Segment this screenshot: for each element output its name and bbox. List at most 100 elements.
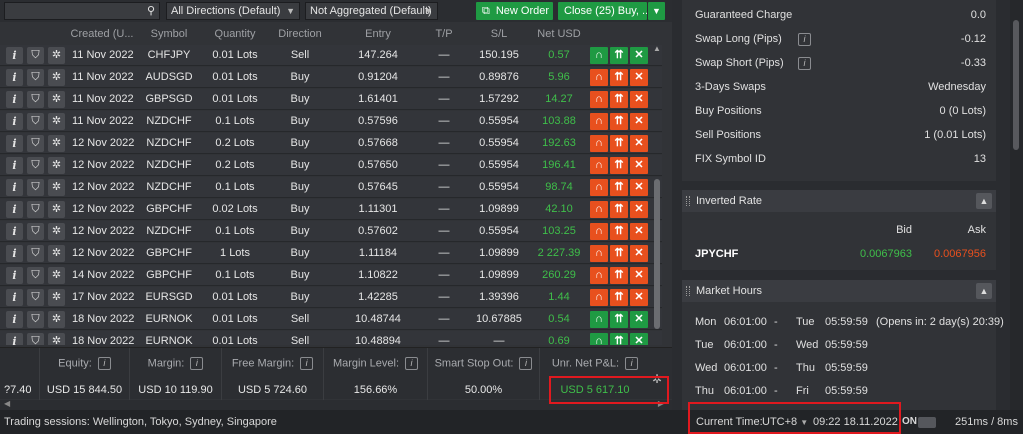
table-row[interactable]: i⛉✲ 11 Nov 2022 ... AUDSGD 0.01 Lots Buy 0.91… [0, 67, 662, 88]
gear-icon[interactable]: ✲ [48, 333, 65, 345]
info-icon[interactable]: i [6, 157, 23, 174]
shield-icon[interactable]: ⛉ [27, 47, 44, 64]
reverse-position-icon[interactable]: ∩ [590, 201, 608, 218]
gear-icon[interactable]: ✲ [48, 223, 65, 240]
close-icon[interactable]: ✕ [630, 91, 648, 108]
gear-icon[interactable]: ✲ [48, 245, 65, 262]
reverse-position-icon[interactable]: ∩ [590, 135, 608, 152]
reverse-position-icon[interactable]: ∩ [590, 289, 608, 306]
scrollbar-thumb[interactable] [1013, 20, 1019, 150]
reverse-position-icon[interactable]: ∩ [590, 245, 608, 262]
gear-icon[interactable]: ✲ [48, 289, 65, 306]
aggregation-filter-select[interactable]: Not Aggregated (Default) ▼ [305, 2, 438, 20]
gear-icon[interactable]: ✲ [48, 135, 65, 152]
drag-handle-icon[interactable] [686, 196, 690, 206]
info-icon[interactable]: i [97, 357, 111, 370]
close-positions-button[interactable]: Close (25) Buy, ... [558, 2, 647, 20]
col-entry[interactable]: Entry [334, 24, 422, 44]
gear-icon[interactable]: ✲ [48, 69, 65, 86]
shield-icon[interactable]: ⛉ [27, 157, 44, 174]
info-icon[interactable]: i [190, 357, 204, 370]
right-panel-scrollbar[interactable] [1010, 0, 1023, 410]
close-icon[interactable]: ✕ [630, 289, 648, 306]
double-up-icon[interactable]: ⇈ [610, 201, 628, 218]
table-row[interactable]: i⛉✲ 12 Nov 2022 ... NZDCHF 0.1 Lots Buy 0.576… [0, 221, 662, 242]
close-icon[interactable]: ✕ [630, 223, 648, 240]
double-up-icon[interactable]: ⇈ [610, 157, 628, 174]
info-icon[interactable]: i [519, 357, 533, 370]
double-up-icon[interactable]: ⇈ [610, 91, 628, 108]
gear-icon[interactable]: ✲ [48, 47, 65, 64]
info-icon[interactable]: i [6, 135, 23, 152]
shield-icon[interactable]: ⛉ [27, 289, 44, 306]
table-row[interactable]: i⛉✲ 14 Nov 2022 ... GBPCHF 0.1 Lots Buy 1.108… [0, 265, 662, 286]
collapse-icon[interactable]: ▲ [976, 193, 992, 209]
close-icon[interactable]: ✕ [630, 179, 648, 196]
gear-icon[interactable]: ✲ [48, 201, 65, 218]
info-icon[interactable]: i [6, 245, 23, 262]
shield-icon[interactable]: ⛉ [27, 333, 44, 345]
info-icon[interactable]: i [6, 223, 23, 240]
shield-icon[interactable]: ⛉ [27, 223, 44, 240]
double-up-icon[interactable]: ⇈ [610, 267, 628, 284]
info-icon[interactable]: i [405, 357, 419, 370]
info-icon[interactable]: i [6, 333, 23, 345]
reverse-position-icon[interactable]: ∩ [590, 47, 608, 64]
double-up-icon[interactable]: ⇈ [610, 47, 628, 64]
info-icon[interactable]: i [6, 47, 23, 64]
close-icon[interactable]: ✕ [630, 333, 648, 345]
scrollbar-thumb[interactable] [654, 179, 660, 329]
close-icon[interactable]: ✕ [630, 157, 648, 174]
table-row[interactable]: i⛉✲ 12 Nov 2022 ... NZDCHF 0.1 Lots Buy 0.576… [0, 177, 662, 198]
shield-icon[interactable]: ⛉ [27, 267, 44, 284]
symbol-search-input[interactable]: ⚲ [4, 2, 160, 20]
info-icon[interactable]: i [798, 33, 811, 46]
close-icon[interactable]: ✕ [630, 311, 648, 328]
info-icon[interactable]: i [300, 357, 314, 370]
info-icon[interactable]: i [798, 57, 811, 70]
gear-icon[interactable]: ✲ [48, 113, 65, 130]
info-icon[interactable]: i [6, 201, 23, 218]
info-icon[interactable]: i [6, 91, 23, 108]
reverse-position-icon[interactable]: ∩ [590, 311, 608, 328]
double-up-icon[interactable]: ⇈ [610, 245, 628, 262]
table-row[interactable]: i⛉✲18 Nov 2022 ...EURNOK0.01 LotsSell10.… [0, 331, 662, 345]
drag-handle-icon[interactable] [686, 286, 690, 296]
close-options-dropdown[interactable]: ▼ [648, 2, 665, 20]
shield-icon[interactable]: ⛉ [27, 135, 44, 152]
close-icon[interactable]: ✕ [630, 267, 648, 284]
close-icon[interactable]: ✕ [630, 245, 648, 262]
reverse-position-icon[interactable]: ∩ [590, 91, 608, 108]
info-icon[interactable]: i [6, 289, 23, 306]
inverted-rate-header[interactable]: Inverted Rate ▲ [682, 190, 996, 212]
session-toggle[interactable] [918, 417, 936, 428]
double-up-icon[interactable]: ⇈ [610, 69, 628, 86]
table-row[interactable]: i⛉✲ 11 Nov 2022 ... GBPSGD 0.01 Lots Buy 1.61… [0, 89, 662, 110]
reverse-position-icon[interactable]: ∩ [590, 179, 608, 196]
collapse-icon[interactable]: ▲ [976, 283, 992, 299]
market-hours-header[interactable]: Market Hours ▲ [682, 280, 996, 302]
shield-icon[interactable]: ⛉ [27, 113, 44, 130]
col-direction[interactable]: Direction [268, 24, 332, 44]
col-sl[interactable]: S/L [466, 24, 532, 44]
shield-icon[interactable]: ⛉ [27, 201, 44, 218]
double-up-icon[interactable]: ⇈ [610, 179, 628, 196]
direction-filter-select[interactable]: All Directions (Default) ▼ [166, 2, 300, 20]
gear-icon[interactable]: ✲ [48, 311, 65, 328]
shield-icon[interactable]: ⛉ [27, 179, 44, 196]
table-row[interactable]: i⛉✲18 Nov 2022 ...EURNOK0.01 LotsSell10.… [0, 309, 662, 330]
gear-icon[interactable]: ✲ [48, 267, 65, 284]
gear-icon[interactable]: ✲ [48, 91, 65, 108]
positions-vertical-scrollbar[interactable]: ▲ [652, 44, 662, 344]
reverse-position-icon[interactable]: ∩ [590, 69, 608, 86]
info-icon[interactable]: i [6, 69, 23, 86]
double-up-icon[interactable]: ⇈ [610, 113, 628, 130]
reverse-position-icon[interactable]: ∩ [590, 267, 608, 284]
shield-icon[interactable]: ⛉ [27, 245, 44, 262]
gear-icon[interactable]: ✲ [48, 179, 65, 196]
col-net-usd[interactable]: Net USD [534, 24, 584, 44]
double-up-icon[interactable]: ⇈ [610, 333, 628, 345]
close-icon[interactable]: ✕ [630, 113, 648, 130]
close-icon[interactable]: ✕ [630, 47, 648, 64]
info-icon[interactable]: i [6, 311, 23, 328]
